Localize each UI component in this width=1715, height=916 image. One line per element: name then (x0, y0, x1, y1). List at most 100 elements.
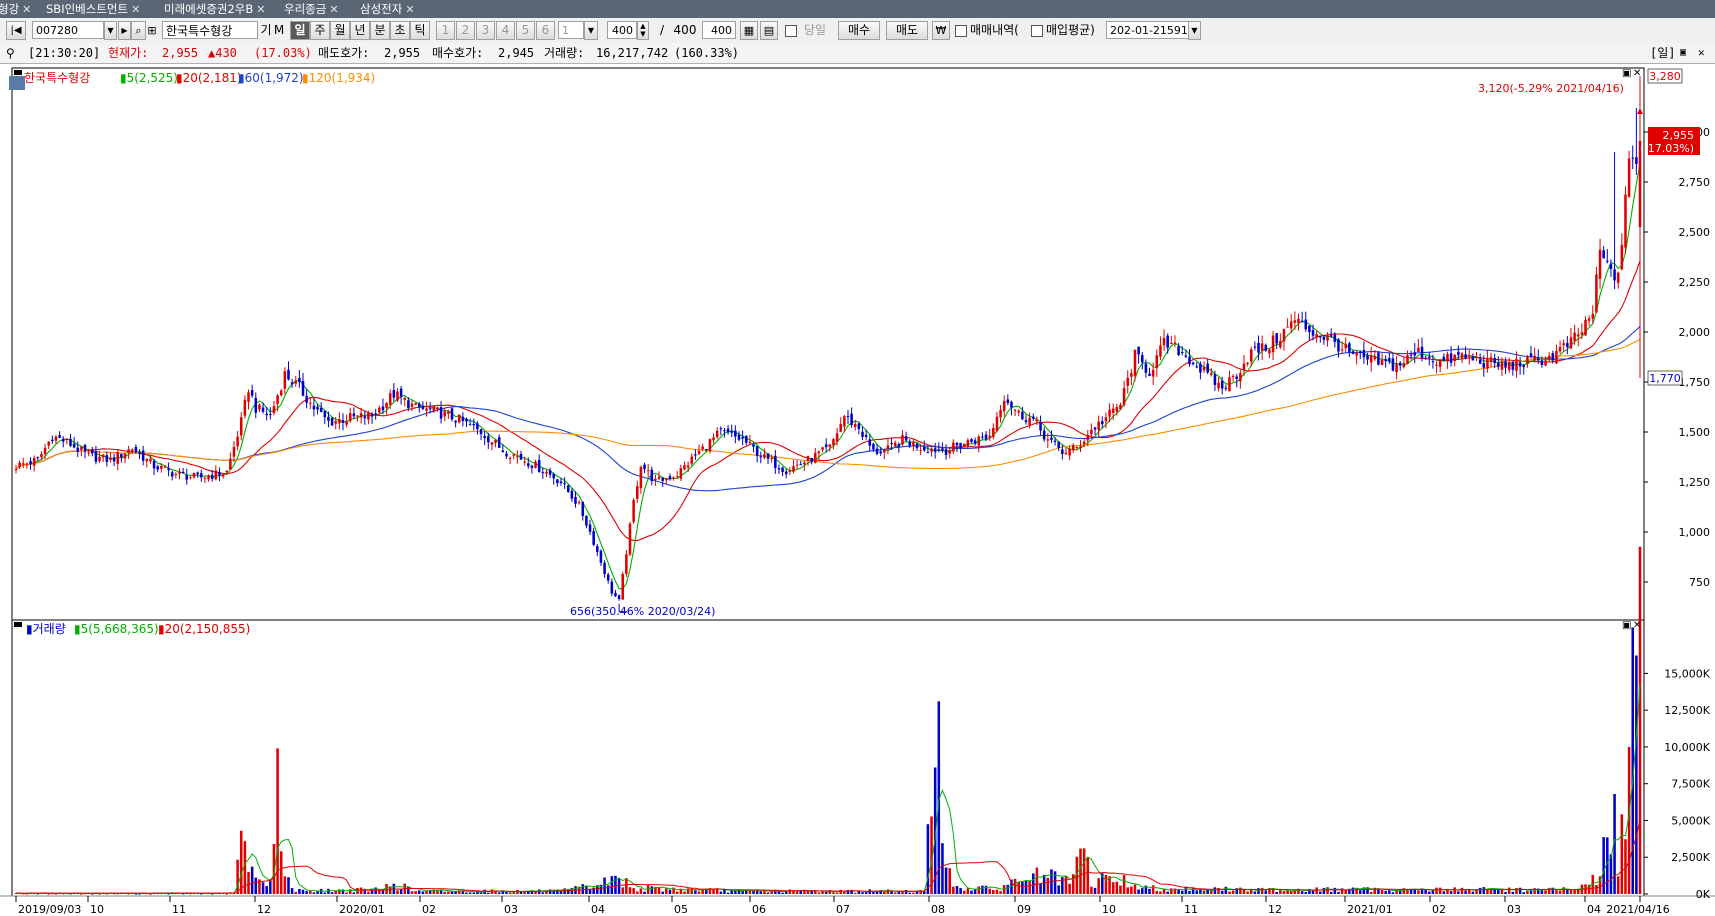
stock-name-field[interactable]: 한국특수형강 (162, 21, 258, 39)
period-month-button[interactable]: 월 (330, 21, 350, 40)
interval-4-button[interactable]: 4 (496, 21, 515, 40)
volume-bar (1042, 874, 1046, 894)
account-select[interactable]: 202-01-215915 (1106, 21, 1200, 39)
volume-bar (1573, 889, 1576, 894)
volume-bar (1453, 887, 1456, 894)
period-year-button[interactable]: 년 (350, 21, 370, 40)
period-minute-button[interactable]: 분 (370, 21, 390, 40)
period-second-button[interactable]: 초 (390, 21, 410, 40)
volume-bar (421, 891, 425, 894)
stock-code-input[interactable]: 007280 (32, 21, 104, 39)
candle-body (461, 416, 465, 421)
gi-button[interactable]: 기 (260, 21, 272, 40)
candle-body (1558, 347, 1562, 352)
candle-body (1206, 363, 1209, 373)
buy-button[interactable]: 매수 (838, 21, 880, 40)
close-icon[interactable]: ✕ (22, 3, 31, 16)
won-icon[interactable]: ₩ (932, 21, 950, 40)
candle-body (352, 413, 356, 417)
candle-body (279, 390, 283, 396)
interval-select[interactable]: 1 (558, 21, 584, 39)
candle-body (1006, 399, 1010, 403)
panel-close-icon[interactable]: ✕ (1633, 68, 1641, 79)
candle-body (941, 448, 944, 451)
tab-item[interactable]: 형강 ✕ (0, 0, 31, 18)
volume-bar (781, 892, 784, 894)
candle-body (1180, 352, 1184, 354)
sell-button[interactable]: 매도 (886, 21, 928, 40)
chevron-down-icon[interactable]: ▼ (104, 21, 117, 40)
chevron-down-icon[interactable]: ▼ (584, 21, 598, 40)
volume-bar (843, 891, 846, 894)
interval-2-button[interactable]: 2 (456, 21, 475, 40)
close-icon[interactable]: ✕ (131, 3, 140, 16)
stock-chart[interactable]: 750 1,000 1,250 1,500 1,750 2,000 2,250 2,500 2,… (0, 64, 1715, 916)
today-checkbox[interactable] (784, 21, 798, 40)
candle-body (915, 443, 919, 449)
period-day-button[interactable]: 일 (290, 21, 310, 40)
search-icon[interactable]: ⌕ (131, 21, 146, 40)
tool-icon[interactable] (9, 76, 25, 90)
candle-body (1224, 387, 1228, 389)
candle-body (214, 470, 218, 480)
spin-icon[interactable]: ▲ ▼ (637, 21, 649, 40)
maximize-icon[interactable]: ▣ (1680, 43, 1686, 63)
candle-body (105, 455, 109, 462)
interval-6-button[interactable]: 6 (536, 21, 555, 40)
tab-item[interactable]: 삼성전자 ✕ (360, 0, 415, 18)
calendar-icon[interactable]: ▦ (740, 21, 758, 40)
panel-close-icon[interactable]: ✕ (1633, 620, 1641, 631)
panel-menu-icon[interactable] (14, 70, 22, 75)
candle-body (1402, 363, 1406, 368)
volume-bar (1428, 891, 1431, 894)
candle-body (683, 465, 686, 470)
candle-body (999, 410, 1002, 418)
candle-body (712, 437, 715, 441)
volume-bar (1507, 887, 1511, 894)
pin-icon[interactable]: ⊞ (146, 21, 158, 40)
close-icon[interactable]: ✕ (256, 3, 265, 16)
info-icon[interactable]: ⚲ (6, 43, 15, 63)
candle-body (639, 467, 643, 489)
candle-body (632, 500, 635, 522)
candle-body (1191, 362, 1195, 365)
save-icon[interactable]: ▤ (760, 21, 778, 40)
candle-body (1504, 361, 1507, 368)
candle-body (356, 415, 359, 417)
candle-body (1329, 335, 1333, 337)
tab-item[interactable]: 미래에셋증권2우B ✕ (164, 0, 265, 18)
candle-body (944, 449, 948, 455)
tab-item[interactable]: SBI인베스트먼트 ✕ (46, 0, 140, 18)
candle-body (294, 380, 298, 384)
tab-item[interactable]: 우리종금 ✕ (284, 0, 339, 18)
interval-5-button[interactable]: 5 (516, 21, 535, 40)
candle-body (1184, 355, 1188, 357)
candle-body (287, 369, 290, 380)
interval-3-button[interactable]: 3 (476, 21, 495, 40)
close-icon[interactable]: ✕ (1698, 43, 1705, 63)
candle-body (1420, 346, 1424, 359)
volume-bar (1358, 890, 1362, 894)
volume-bar (345, 892, 348, 894)
volume-bar (1424, 890, 1427, 894)
panel-maximize-icon[interactable]: ▣ (1622, 68, 1631, 79)
period-week-button[interactable]: 주 (310, 21, 330, 40)
count-input[interactable]: 400 (607, 21, 637, 39)
m-button[interactable]: M (273, 21, 285, 40)
candle-body (806, 455, 810, 461)
chevron-right-icon[interactable]: ▶ (118, 21, 131, 40)
first-page-icon[interactable]: |◀ (6, 21, 26, 40)
period-tick-button[interactable]: 틱 (410, 21, 430, 40)
avg-buy-checkbox[interactable] (1030, 21, 1044, 40)
interval-1-button[interactable]: 1 (436, 21, 455, 40)
trade-history-checkbox[interactable] (954, 21, 968, 40)
close-icon[interactable]: ✕ (329, 3, 338, 16)
panel-maximize-icon[interactable]: ▣ (1622, 620, 1631, 631)
close-icon[interactable]: ✕ (405, 3, 414, 16)
count-right-input[interactable]: 400 (702, 21, 736, 39)
chevron-down-icon[interactable]: ▼ (1188, 21, 1201, 40)
panel-menu-icon[interactable] (14, 622, 22, 627)
volume-bar (668, 889, 672, 894)
volume-bar (1155, 890, 1159, 894)
volume-bar (1079, 848, 1082, 894)
